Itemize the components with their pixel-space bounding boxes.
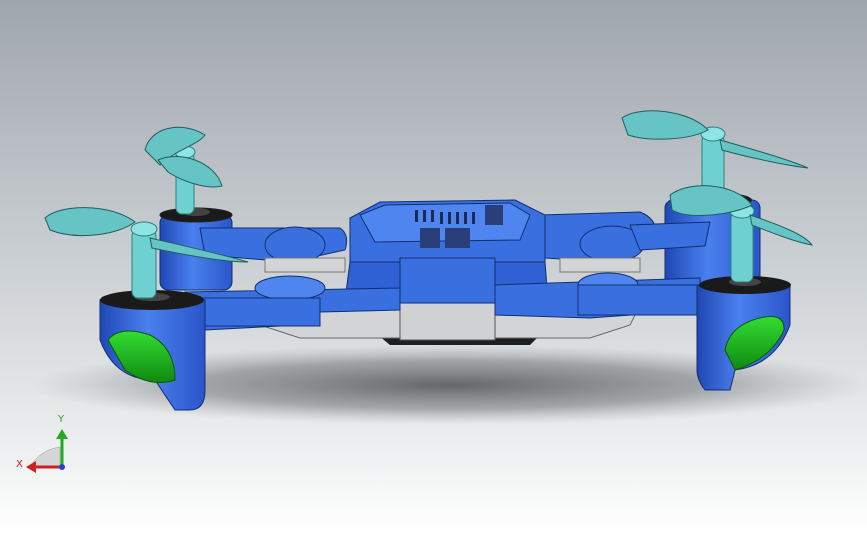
graphics-viewport[interactable]: X Y: [0, 0, 867, 533]
propeller-back-left[interactable]: [144, 126, 223, 188]
y-axis-label: Y: [58, 414, 65, 425]
x-axis-label: X: [16, 459, 23, 470]
coordinate-triad: [26, 429, 68, 473]
drone-3d-model[interactable]: [0, 0, 867, 533]
